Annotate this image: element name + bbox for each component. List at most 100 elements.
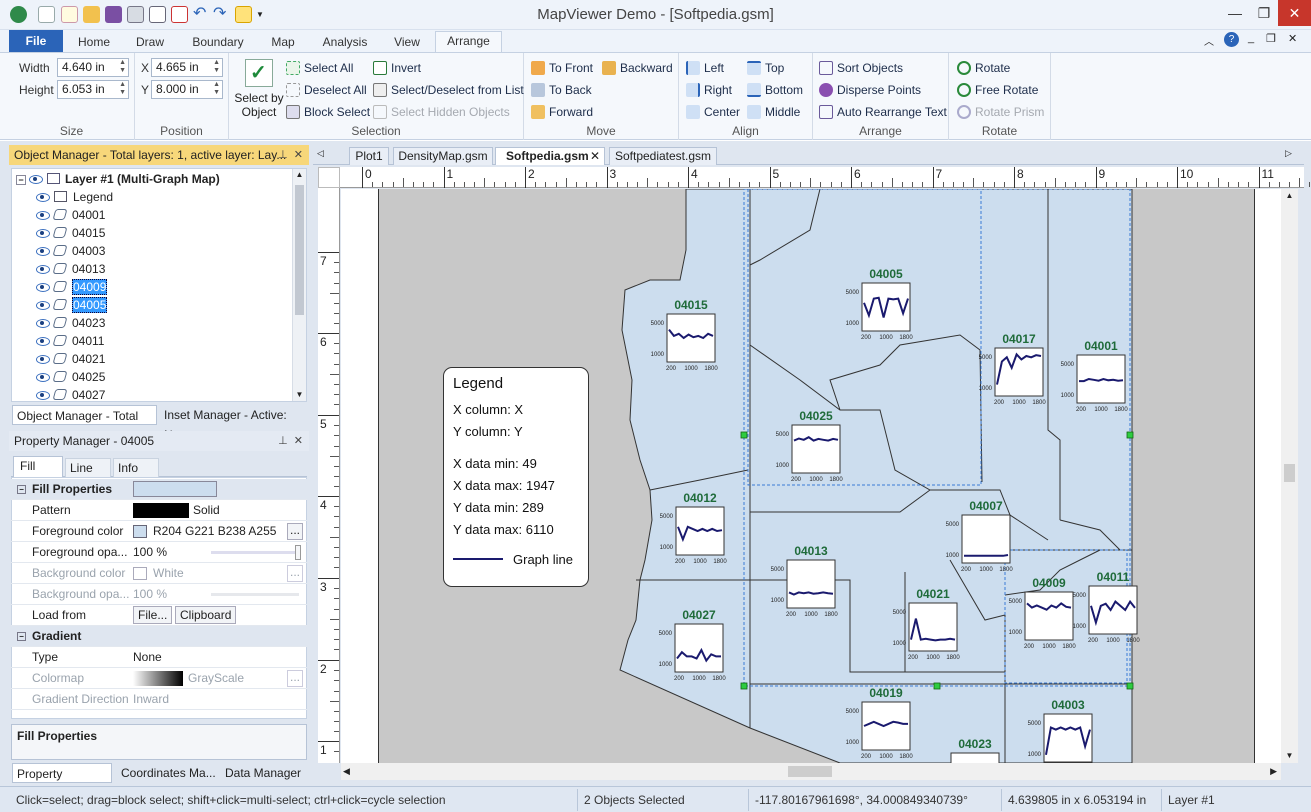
tree-item[interactable]: 04013 (36, 260, 105, 278)
to-back-button[interactable]: To Back (531, 81, 592, 99)
visibility-eye-icon[interactable] (36, 301, 50, 310)
tab-home[interactable]: Home (68, 33, 120, 52)
rotate-prism-button[interactable]: Rotate Prism (957, 103, 1044, 121)
vertical-scrollbar[interactable]: ▲ ▼ (1281, 189, 1298, 763)
property-manager-tab[interactable]: Property Manage... (12, 763, 112, 801)
tab-map[interactable]: Map (262, 33, 304, 52)
visibility-eye-icon[interactable] (36, 373, 50, 382)
invert-button[interactable]: Invert (373, 59, 421, 77)
visibility-eye-icon[interactable] (36, 193, 50, 202)
data-manager-tab[interactable]: Data Manager (221, 763, 307, 783)
select-all-button[interactable]: Select All (286, 59, 353, 77)
free-rotate-button[interactable]: Free Rotate (957, 81, 1038, 99)
visibility-eye-icon[interactable] (36, 247, 50, 256)
scroll-thumb[interactable] (295, 185, 304, 315)
y-input[interactable]: 8.000 in ▲ ▼ (151, 80, 223, 99)
resize-handle[interactable] (1126, 431, 1134, 439)
tab-file[interactable]: File (9, 30, 63, 52)
tab-line[interactable]: Line (65, 458, 111, 477)
pin-icon[interactable]: ⊥ (278, 149, 288, 161)
forward-button[interactable]: Forward (531, 103, 593, 121)
scroll-right-arrow[interactable]: ▶ (1270, 763, 1277, 780)
opacity-slider[interactable] (211, 551, 299, 554)
tab-boundary[interactable]: Boundary (184, 33, 252, 52)
align-right-button[interactable]: Right (686, 81, 732, 99)
visibility-eye-icon[interactable] (29, 175, 43, 184)
layer-row[interactable]: − Layer #1 (Multi-Graph Map) (16, 170, 220, 188)
doc-tab-softpediatest[interactable]: Softpediatest.gsm (609, 147, 717, 165)
tree-item[interactable]: 04021 (36, 350, 105, 368)
inset-manager-tab[interactable]: Inset Manager - Active: N... (160, 405, 306, 442)
resize-handle[interactable] (740, 682, 748, 690)
width-input[interactable]: 4.640 in ▲ ▼ (57, 58, 129, 77)
x-input[interactable]: 4.665 in ▲ ▼ (151, 58, 223, 77)
scroll-left-arrow[interactable]: ◀ (343, 763, 350, 780)
rotate-button[interactable]: Rotate (957, 59, 1010, 77)
tab-fill[interactable]: Fill (13, 456, 63, 477)
scroll-up-arrow[interactable]: ▲ (293, 169, 306, 181)
tab-arrange[interactable]: Arrange (435, 31, 502, 52)
deselect-all-button[interactable]: Deselect All (286, 81, 367, 99)
tabs-scroll-left-icon[interactable]: ◁ (317, 148, 324, 159)
close-panel-icon[interactable]: ✕ (294, 149, 303, 161)
help-icon[interactable]: ? (1224, 32, 1239, 47)
opacity-slider[interactable] (211, 593, 299, 596)
select-by-object-button[interactable]: ✓ Select by Object (234, 59, 284, 123)
doc-close-icon[interactable]: ✕ (1288, 32, 1297, 45)
file-button[interactable]: File... (133, 606, 173, 624)
tree-item[interactable]: 04009 (36, 278, 108, 296)
legend-box[interactable]: Legend X column: X Y column: Y X data mi… (443, 367, 589, 587)
block-select-button[interactable]: Block Select (286, 103, 370, 121)
opacity-slider-thumb[interactable] (295, 545, 301, 560)
clipboard-button[interactable]: Clipboard (175, 606, 237, 624)
close-panel-icon[interactable]: ✕ (294, 435, 303, 447)
select-hidden-button[interactable]: Select Hidden Objects (373, 103, 510, 121)
resize-handle[interactable] (1126, 682, 1134, 690)
coordinates-manager-tab[interactable]: Coordinates Ma... (117, 763, 217, 783)
align-top-button[interactable]: Top (747, 59, 784, 77)
height-input[interactable]: 6.053 in ▲ ▼ (57, 80, 129, 99)
minimize-button[interactable]: — (1220, 0, 1250, 26)
gradient-type-row[interactable]: Type None (11, 647, 307, 668)
backward-button[interactable]: Backward (602, 59, 673, 77)
close-tab-icon[interactable]: ✕ (590, 148, 600, 165)
tree-item[interactable]: 04025 (36, 368, 105, 386)
tree-item[interactable]: 04001 (36, 206, 105, 224)
horizontal-scrollbar[interactable]: ◀ ▶ (341, 763, 1281, 780)
select-from-list-button[interactable]: Select/Deselect from List (373, 81, 524, 99)
close-button[interactable]: ✕ (1278, 0, 1311, 26)
visibility-eye-icon[interactable] (36, 319, 50, 328)
tree-item[interactable]: 04027 (36, 386, 105, 401)
doc-restore-icon[interactable]: ❐ (1266, 32, 1276, 45)
doc-tab-softpedia[interactable]: Softpedia.gsm ✕ (495, 147, 605, 165)
tab-info[interactable]: Info (113, 458, 159, 477)
collapse-icon[interactable]: − (17, 632, 26, 641)
collapse-ribbon-icon[interactable]: ︿ (1204, 33, 1214, 48)
visibility-eye-icon[interactable] (36, 391, 50, 400)
tree-item[interactable]: 04015 (36, 224, 105, 242)
tab-analysis[interactable]: Analysis (314, 33, 376, 52)
visibility-eye-icon[interactable] (36, 265, 50, 274)
colormap-row[interactable]: Colormap GrayScale ... (11, 668, 307, 689)
tree-item[interactable]: 04005 (36, 296, 108, 314)
visibility-eye-icon[interactable] (36, 355, 50, 364)
sort-objects-button[interactable]: Sort Objects (819, 59, 903, 77)
scroll-down-arrow[interactable]: ▼ (1281, 749, 1298, 763)
resize-handle[interactable] (740, 431, 748, 439)
scroll-thumb[interactable] (788, 766, 832, 777)
restore-button[interactable]: ❐ (1250, 0, 1278, 26)
align-bottom-button[interactable]: Bottom (747, 81, 803, 99)
align-middle-button[interactable]: Middle (747, 103, 800, 121)
gradient-direction-row[interactable]: Gradient Direction Inward (11, 689, 307, 710)
collapse-icon[interactable]: − (17, 485, 26, 494)
tree-item[interactable]: Legend (36, 188, 113, 206)
visibility-eye-icon[interactable] (36, 229, 50, 238)
resize-handle[interactable] (933, 682, 941, 690)
auto-rearrange-text-button[interactable]: Auto Rearrange Text (819, 103, 947, 121)
align-center-button[interactable]: Center (686, 103, 740, 121)
scroll-thumb[interactable] (1284, 464, 1295, 482)
tree-item[interactable]: 04023 (36, 314, 105, 332)
visibility-eye-icon[interactable] (36, 283, 50, 292)
visibility-eye-icon[interactable] (36, 337, 50, 346)
scroll-down-arrow[interactable]: ▼ (293, 389, 306, 401)
